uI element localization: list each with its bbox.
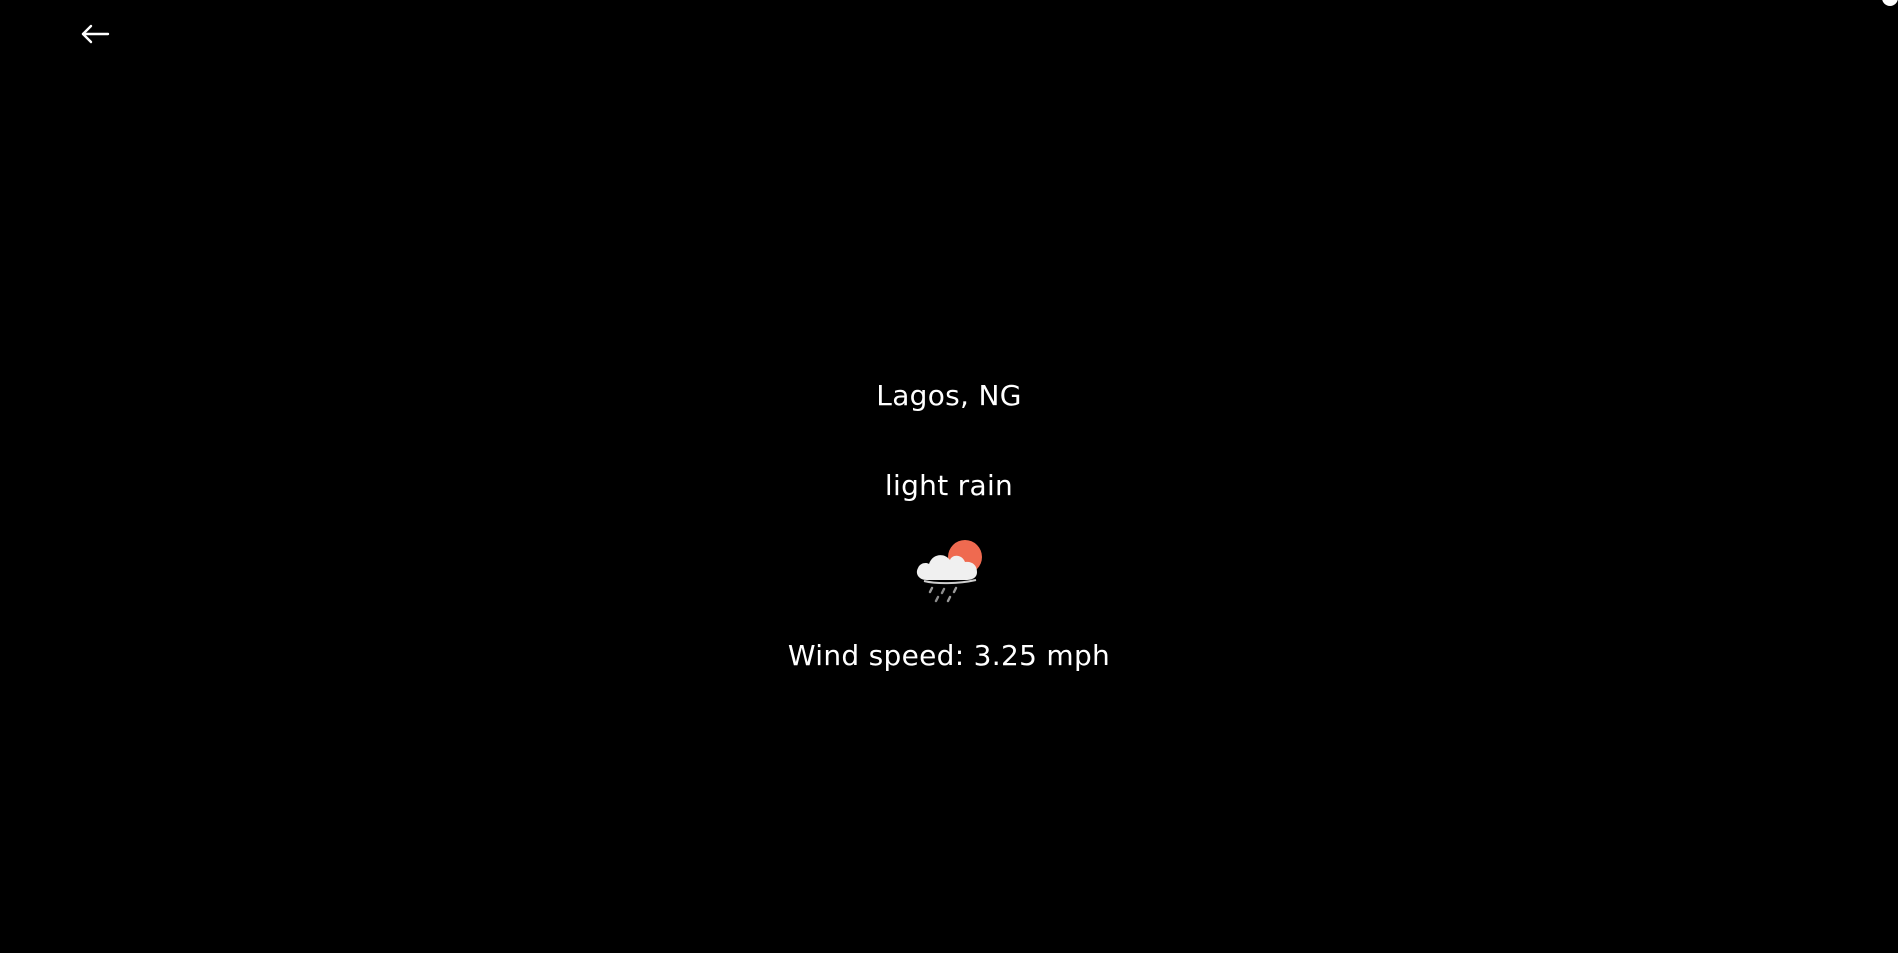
cloud-sun-rain-icon bbox=[910, 534, 990, 606]
wind-speed: Wind speed: 3.25 mph bbox=[787, 639, 1111, 672]
weather-page: Lagos, NG light rain Wind speed: 3.25 mp… bbox=[0, 0, 1898, 953]
corner-indicator bbox=[1882, 0, 1898, 6]
arrow-left-icon bbox=[81, 24, 110, 44]
location-name: Lagos, NG bbox=[876, 379, 1022, 412]
weather-description: light rain bbox=[884, 469, 1014, 502]
back-button[interactable] bbox=[78, 19, 112, 49]
